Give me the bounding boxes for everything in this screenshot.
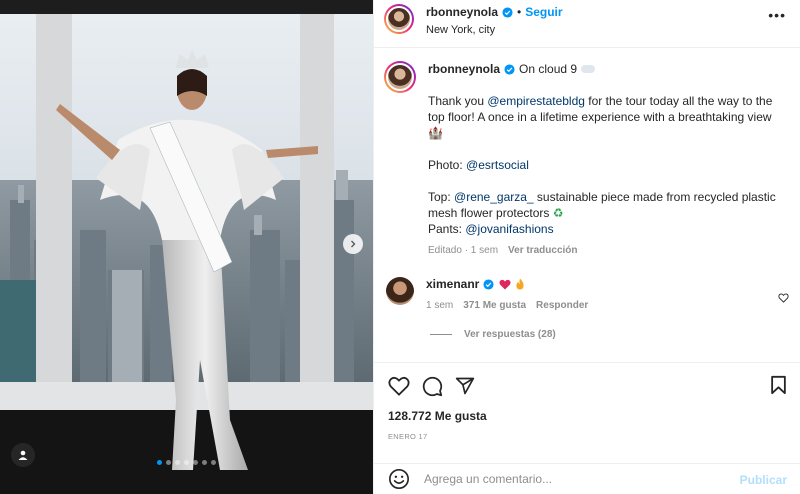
caption-meta: Editado · 1 sem Ver traducción	[428, 243, 788, 259]
mention-rene-garza[interactable]: @rene_garza_	[454, 190, 534, 204]
caption-status: On cloud 9	[519, 62, 578, 76]
save-button[interactable]	[770, 375, 787, 400]
next-photo-button[interactable]	[343, 234, 363, 254]
mention-empirestatebldg[interactable]: @empirestatebldg	[487, 94, 585, 108]
view-replies-button[interactable]: Ver respuestas (28)	[430, 329, 800, 340]
more-options-icon[interactable]: •••	[768, 8, 786, 22]
photo-credit-label: Photo:	[428, 158, 467, 172]
translate-button[interactable]: Ver traducción	[508, 243, 577, 259]
caption-author-avatar[interactable]	[384, 61, 416, 93]
caption-edited-time: Editado · 1 sem	[428, 245, 499, 256]
author-username[interactable]: rbonneynola	[426, 5, 498, 19]
carousel-dot	[157, 460, 162, 465]
post-media[interactable]	[0, 0, 373, 494]
heart-icon	[388, 376, 410, 396]
emoji-icon[interactable]	[388, 468, 410, 490]
mention-jovanifashions[interactable]: @jovanifashions	[465, 222, 553, 236]
commenter-username[interactable]: ximenanr	[426, 277, 479, 291]
carousel-indicator	[157, 460, 216, 465]
verified-badge-icon	[502, 6, 513, 18]
fire-emoji-icon	[516, 278, 524, 290]
caption-text: Thank you @empirestatebldg for the tour …	[428, 93, 788, 237]
mention-esrtsocial[interactable]: @esrtsocial	[466, 158, 529, 172]
replies-divider	[430, 334, 452, 335]
commenter-avatar[interactable]	[386, 277, 414, 305]
view-replies-label: Ver respuestas (28)	[464, 329, 556, 340]
comment-item: ximenanr 1 sem 371 Me gusta Responder	[374, 265, 800, 311]
post-header: rbonneynola • Seguir New York, city •••	[374, 0, 800, 48]
verified-badge-icon	[504, 63, 515, 75]
likes-count[interactable]: 128.772 Me gusta	[374, 397, 800, 423]
carousel-dot	[166, 460, 171, 465]
chevron-right-icon	[351, 240, 356, 248]
cloud-icon	[581, 65, 596, 73]
carousel-dot	[193, 460, 198, 465]
recycle-emoji-icon: ♻	[552, 206, 564, 220]
post-photo	[0, 0, 373, 494]
carousel-dot	[175, 460, 180, 465]
building-emoji-icon: 🏰	[428, 126, 443, 140]
like-button[interactable]	[388, 376, 410, 396]
pants-credit-label: Pants:	[428, 222, 466, 236]
post-location[interactable]: New York, city	[426, 24, 563, 36]
comment-time: 1 sem	[426, 300, 454, 311]
top-credit-label: Top:	[428, 190, 455, 204]
carousel-dot	[202, 460, 207, 465]
user-icon	[18, 450, 28, 460]
tagged-users-button[interactable]	[11, 443, 35, 467]
follow-button[interactable]: Seguir	[525, 5, 562, 19]
post-modal: rbonneynola • Seguir New York, city ••• …	[0, 0, 800, 494]
carousel-dot	[184, 460, 189, 465]
red-heart-emoji-icon	[499, 279, 511, 289]
reply-button[interactable]: Responder	[536, 300, 588, 311]
post-date: ENERO 17	[388, 432, 428, 441]
verified-badge-icon	[483, 278, 494, 290]
comment-button[interactable]	[422, 376, 443, 397]
caption: rbonneynola On cloud 9 Thank you @empire…	[374, 49, 800, 259]
comment-likes[interactable]: 371 Me gusta	[463, 300, 526, 311]
comment-icon	[422, 376, 443, 396]
separator-dot: •	[517, 5, 522, 19]
comment-input[interactable]	[424, 472, 724, 486]
post-details-panel: rbonneynola • Seguir New York, city ••• …	[373, 0, 800, 494]
paper-plane-icon	[455, 377, 475, 395]
bookmark-icon	[771, 375, 786, 395]
share-button[interactable]	[455, 376, 475, 396]
carousel-dot	[211, 460, 216, 465]
post-actions: 128.772 Me gusta ENERO 17	[374, 362, 800, 441]
comments-section[interactable]: rbonneynola On cloud 9 Thank you @empire…	[374, 49, 800, 361]
caption-line-1: Thank you	[428, 94, 488, 108]
author-avatar[interactable]	[384, 4, 414, 34]
add-comment-bar: Publicar	[374, 463, 800, 494]
caption-author-username[interactable]: rbonneynola	[428, 61, 500, 77]
publish-button[interactable]: Publicar	[740, 473, 787, 487]
like-comment-heart-icon[interactable]	[778, 293, 789, 303]
